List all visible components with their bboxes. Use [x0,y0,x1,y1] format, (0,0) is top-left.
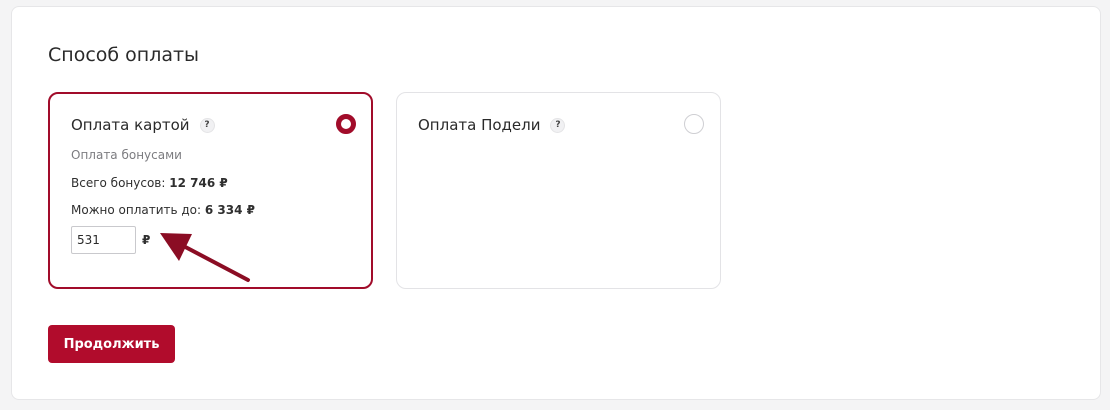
bonus-amount-input[interactable] [71,226,136,254]
payment-option-card-label: Оплата картой [71,116,190,134]
bonus-total: Всего бонусов: 12 746 ₽ [71,176,228,190]
bonus-total-value: 12 746 ₽ [169,176,228,190]
bonus-max: Можно оплатить до: 6 334 ₽ [71,203,255,217]
question-icon[interactable]: ? [199,117,215,133]
payment-option-card-header: Оплата картой ? [71,116,215,134]
section-title: Способ оплаты [48,44,200,66]
question-icon[interactable]: ? [550,117,566,133]
payment-option-podeli-radio[interactable] [684,114,704,134]
payment-panel: Способ оплаты Оплата картой ? Оплата бон… [11,6,1101,400]
continue-button[interactable]: Продолжить [48,325,175,363]
payment-option-card-radio[interactable] [336,114,356,134]
arrow-annotation-icon [160,233,250,282]
bonus-total-label: Всего бонусов: [71,176,166,190]
bonus-max-value: 6 334 ₽ [204,203,256,217]
bonus-max-label: Можно оплатить до: [71,203,202,217]
payment-option-podeli-header: Оплата Подели ? [418,116,566,134]
payment-option-podeli-label: Оплата Подели [418,116,541,134]
bonus-subtitle: Оплата бонусами [71,148,182,162]
payment-option-podeli[interactable]: Оплата Подели ? [396,92,721,289]
bonus-input-group: ₽ [71,226,150,254]
